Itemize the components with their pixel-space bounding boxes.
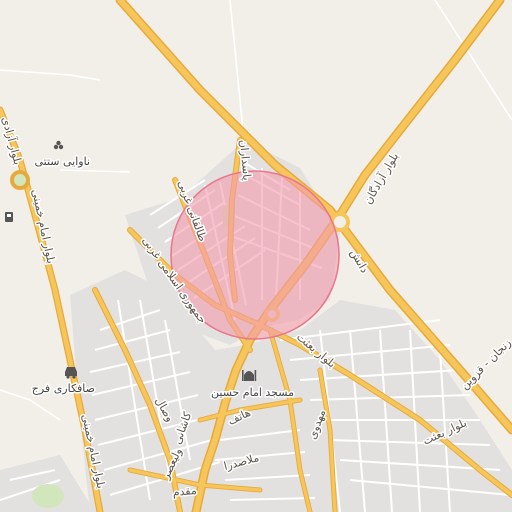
map-view[interactable]: بلوار آزادگان دانش بلوار بعثت بلوار بعثت… (0, 0, 512, 512)
park-south-west (32, 484, 64, 508)
map-canvas[interactable]: بلوار آزادگان دانش بلوار بعثت بلوار بعثت… (0, 0, 512, 512)
poi-label-mosque: مسجد امام حسین (211, 386, 294, 399)
poi-fuel[interactable] (5, 212, 13, 222)
poi-label-car-repair: صافکاری فرج (32, 382, 95, 395)
fuel-icon (5, 212, 13, 222)
poi-label-industrial: ناوایی ستتی (34, 155, 90, 168)
road-label-moghadam: مقدم (172, 484, 197, 499)
